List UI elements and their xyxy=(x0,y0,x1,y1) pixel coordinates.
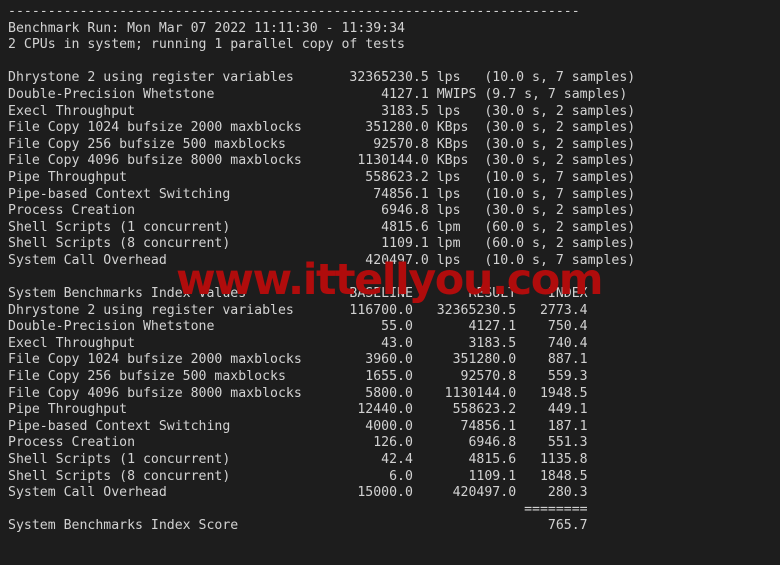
index-row: Shell Scripts (1 concurrent) 42.4 4815.6… xyxy=(8,452,588,468)
index-table-header: System Benchmarks Index Values BASELINE … xyxy=(8,286,588,302)
index-row: Execl Throughput 43.0 3183.5 740.4 xyxy=(8,335,588,351)
rule-top: ----------------------------------------… xyxy=(8,4,580,19)
index-row: System Call Overhead 15000.0 420497.0 28… xyxy=(8,485,588,501)
index-row: File Copy 256 bufsize 500 maxblocks 1655… xyxy=(8,369,588,385)
index-row: Pipe Throughput 12440.0 558623.2 449.1 xyxy=(8,402,588,418)
spacer-before-bottom-rule-2 xyxy=(8,552,635,565)
spacer-after-header xyxy=(8,54,635,71)
spacer-before-bottom-rule xyxy=(8,535,635,552)
result-row: Execl Throughput 3183.5 lps (30.0 s, 2 s… xyxy=(8,103,636,119)
result-row: Process Creation 6946.8 lps (30.0 s, 2 s… xyxy=(8,203,636,219)
index-row: File Copy 4096 bufsize 8000 maxblocks 58… xyxy=(8,385,588,401)
index-row: Dhrystone 2 using register variables 116… xyxy=(8,302,588,318)
result-row: Shell Scripts (8 concurrent) 1109.1 lpm … xyxy=(8,236,636,252)
index-separator: ======== xyxy=(8,501,588,517)
result-row: Pipe Throughput 558623.2 lps (10.0 s, 7 … xyxy=(8,169,636,185)
index-row: Pipe-based Context Switching 4000.0 7485… xyxy=(8,418,588,434)
cpu-info-header: 2 CPUs in system; running 1 parallel cop… xyxy=(8,37,405,53)
index-row: File Copy 1024 bufsize 2000 maxblocks 39… xyxy=(8,352,588,368)
index-row: Shell Scripts (8 concurrent) 6.0 1109.1 … xyxy=(8,468,588,484)
result-row: Shell Scripts (1 concurrent) 4815.6 lpm … xyxy=(8,219,636,235)
result-row: Double-Precision Whetstone 4127.1 MWIPS … xyxy=(8,86,628,102)
result-row: Dhrystone 2 using register variables 323… xyxy=(8,70,636,86)
result-row: Pipe-based Context Switching 74856.1 lps… xyxy=(8,186,636,202)
terminal-window: ----------------------------------------… xyxy=(0,0,780,565)
index-row: Double-Precision Whetstone 55.0 4127.1 7… xyxy=(8,319,588,335)
result-row: File Copy 4096 bufsize 8000 maxblocks 11… xyxy=(8,153,636,169)
benchmark-run-header: Benchmark Run: Mon Mar 07 2022 11:11:30 … xyxy=(8,20,405,36)
index-row: Process Creation 126.0 6946.8 551.3 xyxy=(8,435,588,451)
index-score-row: System Benchmarks Index Score 765.7 xyxy=(8,518,588,534)
spacer-before-index xyxy=(8,270,635,287)
terminal-output[interactable]: ----------------------------------------… xyxy=(8,4,635,565)
result-row: System Call Overhead 420497.0 lps (10.0 … xyxy=(8,252,636,268)
result-row: File Copy 256 bufsize 500 maxblocks 9257… xyxy=(8,136,636,152)
result-row: File Copy 1024 bufsize 2000 maxblocks 35… xyxy=(8,120,636,136)
